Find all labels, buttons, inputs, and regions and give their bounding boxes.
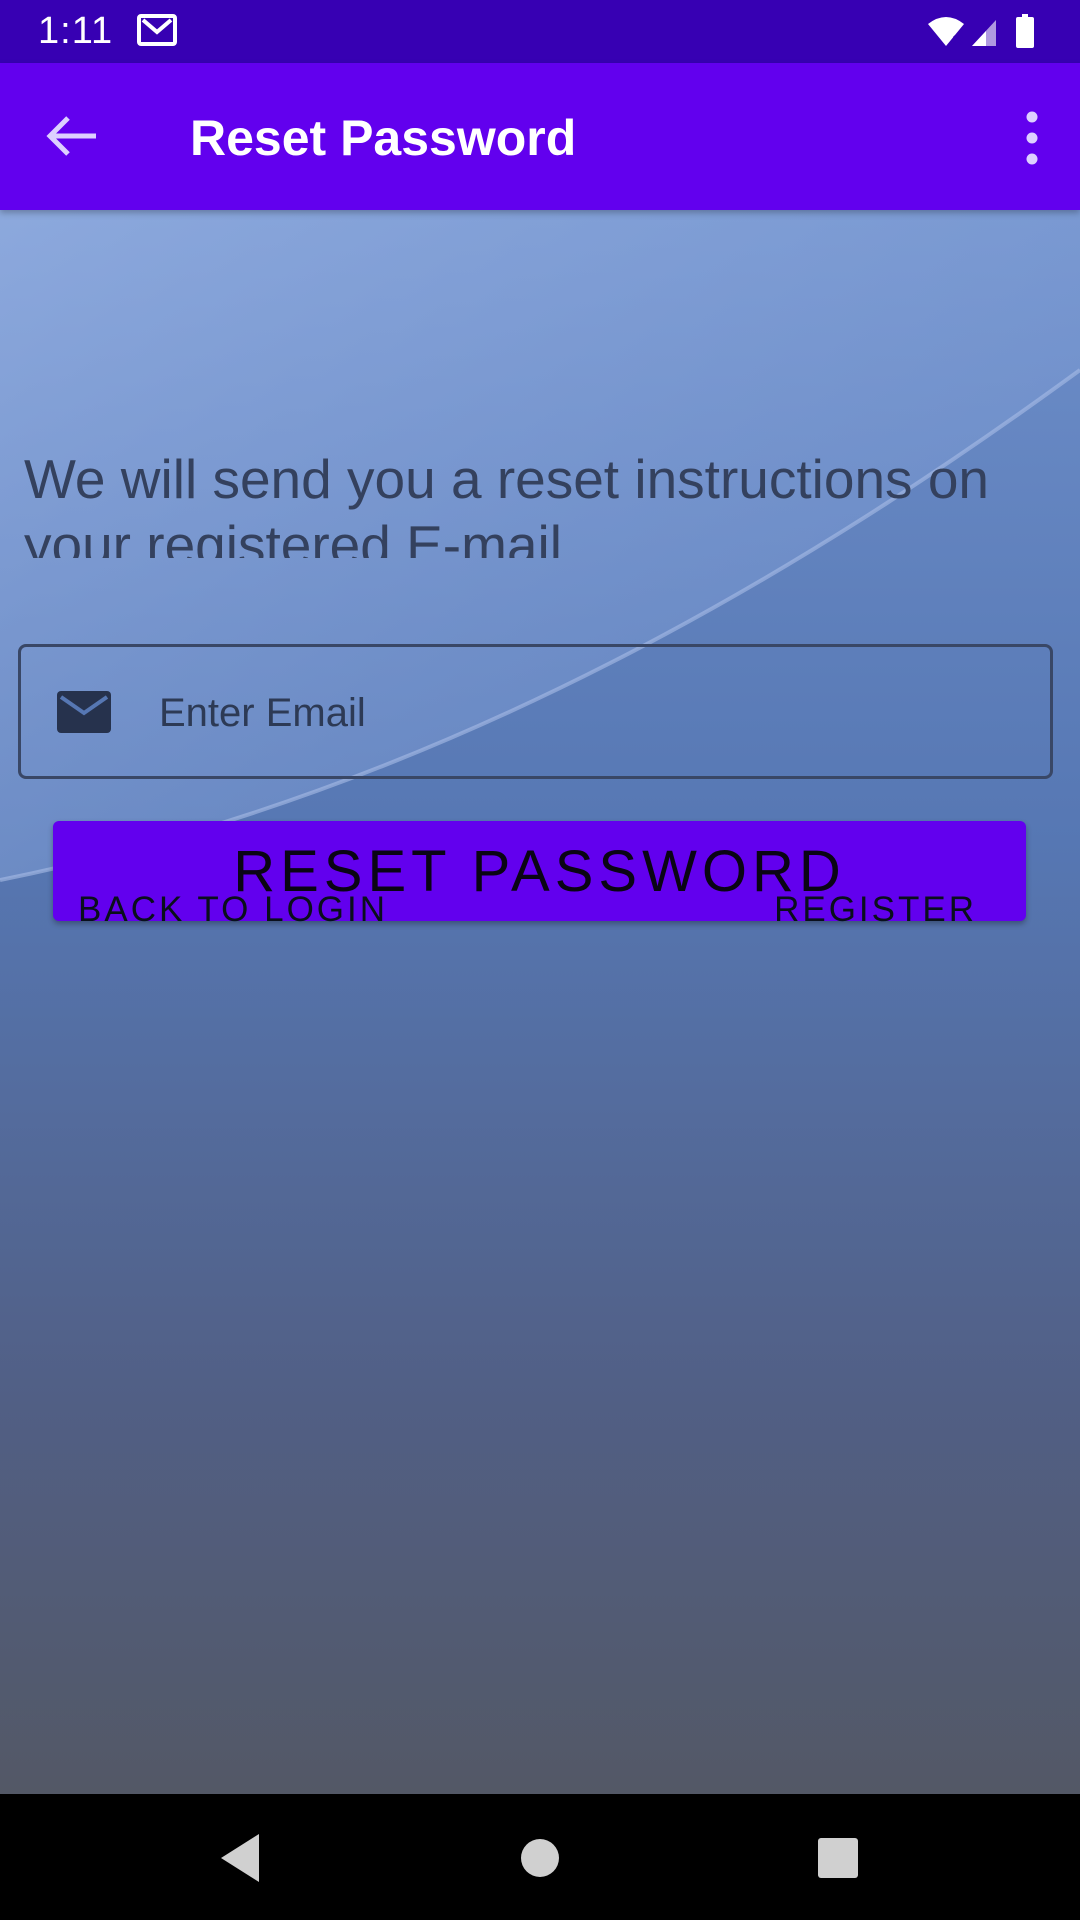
back-to-login-button[interactable]: BACK TO LOGIN xyxy=(78,890,388,930)
back-triangle-icon[interactable] xyxy=(215,1830,265,1886)
status-icons xyxy=(928,14,1034,48)
status-bar: 1:11 xyxy=(0,0,1080,63)
navigation-bar xyxy=(0,1794,1080,1920)
instructions-text: We will send you a reset instructions on… xyxy=(24,448,989,558)
mail-icon xyxy=(57,691,111,733)
page-title: Reset Password xyxy=(190,110,577,166)
more-vert-icon[interactable] xyxy=(1004,103,1060,173)
email-field[interactable] xyxy=(18,644,1053,779)
signal-icon xyxy=(972,20,996,46)
register-button[interactable]: REGISTER xyxy=(774,890,977,930)
content-area: We will send you a reset instructions on… xyxy=(0,210,1080,1794)
recents-square-icon[interactable] xyxy=(816,1830,860,1886)
battery-icon xyxy=(1016,14,1034,48)
gmail-icon xyxy=(137,14,177,46)
status-time: 1:11 xyxy=(38,10,114,52)
home-circle-icon[interactable] xyxy=(518,1830,562,1886)
app-bar: Reset Password xyxy=(0,63,1080,210)
email-input[interactable] xyxy=(157,675,1021,751)
arrow-back-icon[interactable] xyxy=(40,108,106,164)
wifi-icon xyxy=(928,17,964,46)
